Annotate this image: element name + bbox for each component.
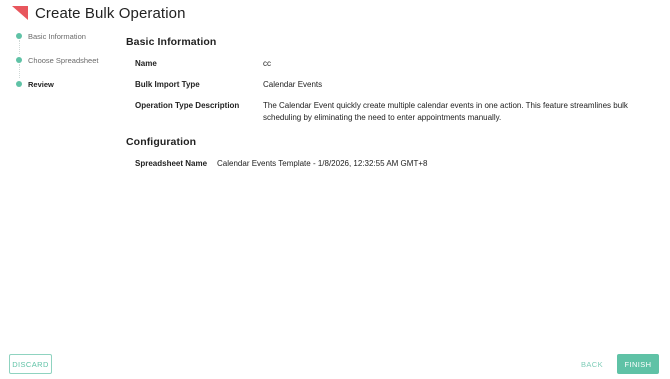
name-label: Name	[135, 59, 157, 68]
operation-description-row: Operation Type Description The Calendar …	[135, 100, 646, 124]
triangle-logo-icon	[12, 6, 28, 20]
basic-information-heading: Basic Information	[126, 36, 217, 48]
discard-button[interactable]: DISCARD	[9, 354, 52, 374]
page-header: Create Bulk Operation	[12, 4, 186, 22]
bulk-import-type-label: Bulk Import Type	[135, 80, 200, 89]
configuration-section: Configuration Spreadsheet Name Calendar …	[126, 136, 646, 170]
page-title: Create Bulk Operation	[35, 4, 186, 22]
bulk-import-type-row: Bulk Import Type Calendar Events	[135, 79, 646, 91]
review-content: Basic Information Name cc Bulk Import Ty…	[126, 36, 646, 179]
step-dot-icon	[16, 57, 22, 63]
step-basic-information[interactable]: Basic Information	[16, 30, 126, 54]
configuration-heading: Configuration	[126, 136, 197, 148]
name-value: cc	[263, 59, 271, 68]
step-label: Choose Spreadsheet	[28, 55, 99, 65]
spreadsheet-name-value: Calendar Events Template - 1/8/2026, 12:…	[217, 159, 428, 168]
step-review[interactable]: Review	[16, 78, 126, 90]
stepper: Basic Information Choose Spreadsheet Rev…	[16, 30, 126, 102]
step-connector	[18, 64, 20, 78]
spreadsheet-name-label: Spreadsheet Name	[135, 159, 208, 168]
step-choose-spreadsheet[interactable]: Choose Spreadsheet	[16, 54, 126, 78]
finish-button[interactable]: FINISH	[617, 354, 659, 374]
step-dot-icon	[16, 33, 22, 39]
step-label: Review	[28, 79, 54, 89]
spreadsheet-name-row: Spreadsheet Name Calendar Events Templat…	[135, 158, 646, 170]
back-button[interactable]: BACK	[576, 354, 608, 374]
operation-description-label: Operation Type Description	[135, 101, 240, 110]
step-connector	[18, 40, 20, 54]
step-dot-icon	[16, 81, 22, 87]
bulk-import-type-value: Calendar Events	[263, 80, 323, 89]
create-bulk-operation-page: Create Bulk Operation Basic Information …	[0, 0, 670, 379]
step-label: Basic Information	[28, 31, 86, 41]
name-row: Name cc	[135, 58, 646, 70]
operation-description-value: The Calendar Event quickly create multip…	[263, 101, 628, 122]
